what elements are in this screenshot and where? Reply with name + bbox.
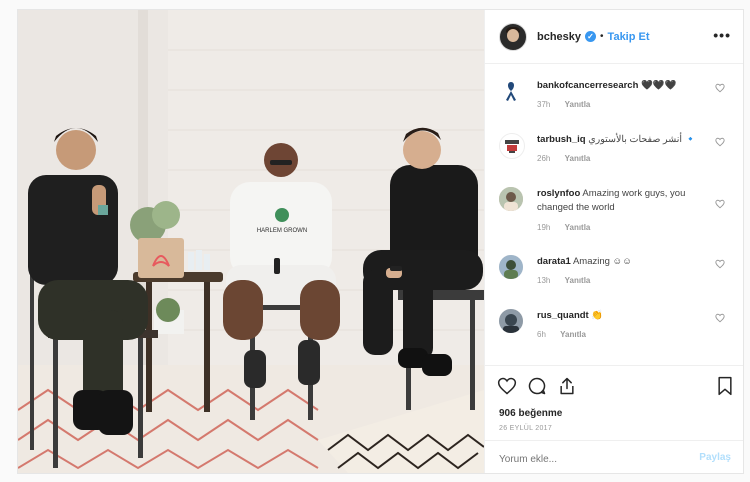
comment-time: 26h xyxy=(537,154,551,163)
follow-button[interactable]: Takip Et xyxy=(608,31,650,43)
reply-button[interactable]: Yanıtla xyxy=(565,276,591,285)
comment-text: bankofcancerresearch 🖤🖤🖤 xyxy=(537,79,707,93)
post-date: 26 EYLÜL 2017 xyxy=(499,425,553,432)
like-comment-heart-icon[interactable] xyxy=(715,137,725,147)
comment-meta: 6h Yanıtla xyxy=(537,330,598,339)
comment-meta: 37h Yanıtla xyxy=(537,100,602,109)
reply-button[interactable]: Yanıtla xyxy=(565,154,591,163)
post-side-panel: bchesky ✓ • Takip Et ••• bankofcancerres… xyxy=(484,10,743,473)
comment-username[interactable]: rus_quandt xyxy=(537,310,589,321)
comments-list: bankofcancerresearch 🖤🖤🖤 37h Yanıtla tar… xyxy=(485,65,743,365)
photo-illustration: HARLEM GROWN xyxy=(18,10,484,473)
add-comment-bar: Paylaş xyxy=(485,440,743,475)
comment-username[interactable]: bankofcancerresearch xyxy=(537,80,638,91)
comment-meta: 13h Yanıtla xyxy=(537,276,602,285)
post-photo[interactable]: HARLEM GROWN xyxy=(18,10,484,473)
author-username[interactable]: bchesky xyxy=(537,31,581,43)
like-comment-heart-icon[interactable] xyxy=(715,313,725,323)
comment-username[interactable]: darata1 xyxy=(537,256,571,267)
comment-time: 37h xyxy=(537,100,551,109)
post-header: bchesky ✓ • Takip Et ••• xyxy=(485,10,743,64)
comment-text: rus_quandt 👏 xyxy=(537,309,707,323)
comment-username[interactable]: tarbush_iq xyxy=(537,134,586,145)
comment-time: 6h xyxy=(537,330,546,339)
verified-badge-icon: ✓ xyxy=(585,31,597,42)
comment-body: 👏 xyxy=(591,310,604,321)
reply-button[interactable]: Yanıtla xyxy=(560,330,586,339)
comment-body: أنشر صفحات بالأستوري 🔹 xyxy=(588,134,697,145)
post-actions: 906 beğenme 26 EYLÜL 2017 Paylaş xyxy=(485,365,743,474)
comment-time: 13h xyxy=(537,276,551,285)
user-avatar[interactable] xyxy=(499,255,523,279)
comment-bubble-icon[interactable] xyxy=(527,376,547,396)
header-separator: • xyxy=(600,31,604,42)
bookmark-icon[interactable] xyxy=(716,376,734,396)
like-heart-icon[interactable] xyxy=(497,376,517,396)
reply-button[interactable]: Yanıtla xyxy=(565,223,591,232)
instagram-post: HARLEM GROWN bchesky ✓ • Takip Et ••• ba… xyxy=(17,9,744,474)
comment-text: darata1 Amazing ☺☺ xyxy=(537,255,707,269)
shirt-text: HARLEM GROWN xyxy=(257,228,307,234)
comment-username[interactable]: roslynfoo xyxy=(537,188,580,199)
like-count[interactable]: 906 beğenme xyxy=(499,408,562,419)
author-avatar[interactable] xyxy=(499,22,527,51)
comment-body: 🖤🖤🖤 xyxy=(641,80,677,91)
comment-body: Amazing ☺☺ xyxy=(572,256,632,267)
post-comment-button[interactable]: Paylaş xyxy=(699,452,731,463)
user-avatar[interactable] xyxy=(499,309,523,333)
more-options-icon[interactable]: ••• xyxy=(713,27,731,43)
logo-avatar[interactable] xyxy=(499,133,525,159)
comment-text: roslynfoo Amazing work guys, you changed… xyxy=(537,187,707,215)
like-comment-heart-icon[interactable] xyxy=(715,83,725,93)
comment-meta: 26h Yanıtla xyxy=(537,154,602,163)
comment-time: 19h xyxy=(537,223,551,232)
share-icon[interactable] xyxy=(557,376,577,396)
comment-text: tarbush_iq أنشر صفحات بالأستوري 🔹 xyxy=(537,133,707,147)
ribbon-icon[interactable] xyxy=(499,79,523,103)
comment-meta: 19h Yanıtla xyxy=(537,223,602,232)
comment-input[interactable] xyxy=(497,450,681,468)
like-comment-heart-icon[interactable] xyxy=(715,199,725,209)
like-comment-heart-icon[interactable] xyxy=(715,259,725,269)
reply-button[interactable]: Yanıtla xyxy=(565,100,591,109)
user-avatar[interactable] xyxy=(499,187,523,211)
